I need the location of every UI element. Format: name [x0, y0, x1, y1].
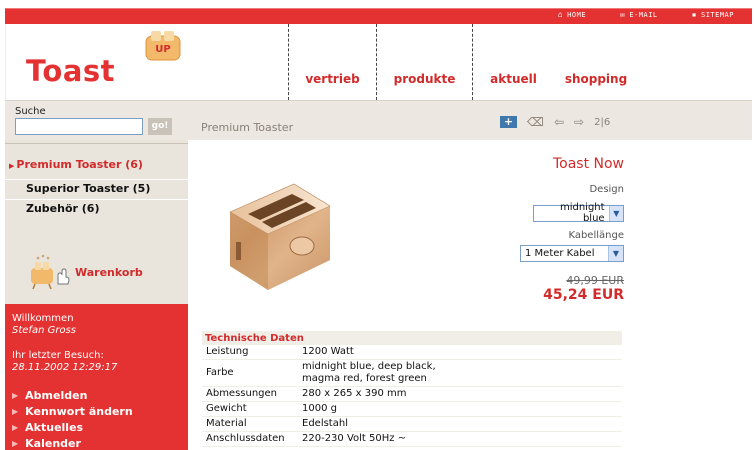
tech-value: 1000 g [302, 403, 337, 414]
user-spacer [12, 337, 188, 350]
triangle-right-icon: ▶ [9, 162, 15, 170]
product-panel: Toast Now Design midnight blue ▼ Kabellä… [494, 156, 624, 303]
table-row: Gewicht 1000 g [202, 402, 622, 417]
product-title: Toast Now [552, 156, 624, 172]
user-name: Stefan Gross [12, 325, 76, 336]
pager-count: 2|6 [594, 116, 611, 128]
next-arrow-icon[interactable]: ⇨ [574, 115, 584, 129]
search-go-button[interactable]: go! [148, 118, 172, 135]
search-strip: Suche go! Premium Toaster + ⌫ ⇦ ⇨ 2|6 [5, 100, 752, 140]
nav-shopping[interactable]: shopping [556, 24, 636, 100]
nav-vertrieb[interactable]: vertrieb [288, 24, 376, 100]
category-label: Premium Toaster (6) [16, 158, 143, 171]
plus-icon[interactable]: + [500, 116, 517, 128]
logo-badge-text: UP [155, 44, 170, 55]
top-links: ⌂ HOME ✉ E-MAIL ▪ SITEMAP [558, 10, 754, 19]
category-divider [5, 199, 188, 200]
top-bar: ⌂ HOME ✉ E-MAIL ▪ SITEMAP [0, 0, 754, 25]
category-label: Zubehör (6) [26, 202, 100, 215]
table-row: Leistung 1200 Watt [202, 345, 622, 360]
search-label: Suche [15, 106, 46, 117]
category-superior-toaster[interactable]: Superior Toaster (5) [26, 182, 150, 195]
tech-key: Gewicht [206, 403, 247, 414]
chevron-down-icon: ▼ [608, 245, 623, 261]
sidebar: ▶ Premium Toaster (6) Superior Toaster (5… [5, 140, 188, 450]
hand-pointer-icon [57, 268, 70, 285]
category-divider [5, 179, 188, 180]
category-premium-toaster[interactable]: ▶ Premium Toaster (6) [9, 158, 143, 171]
arrow-right-icon: ▶ [12, 391, 19, 400]
sidebar-divider [5, 143, 188, 144]
tech-value: 220-230 Volt 50Hz ~ [302, 433, 407, 444]
arrow-right-icon: ▶ [12, 439, 19, 448]
table-row: Farbe midnight blue, deep black, magma r… [202, 360, 622, 387]
menu-label: Kalender [25, 437, 81, 450]
category-label: Superior Toaster (5) [26, 182, 151, 195]
menu-label: Aktuelles [25, 421, 84, 434]
email-link[interactable]: ✉ E-MAIL [620, 10, 658, 19]
home-icon: ⌂ [557, 10, 564, 19]
chevron-down-icon: ▼ [608, 205, 623, 221]
tech-key: Anschlussdaten [206, 433, 285, 444]
tech-key: Material [206, 418, 247, 429]
search-input[interactable] [15, 118, 143, 135]
cable-select-value: 1 Meter Kabel [525, 247, 595, 259]
design-select-value: midnight blue [559, 202, 605, 224]
nav-produkte[interactable]: produkte [376, 24, 472, 100]
table-row: Anschlussdaten 220-230 Volt 50Hz ~ [202, 432, 622, 447]
welcome-text: Willkommen [12, 313, 74, 324]
price-new: 45,24 EUR [543, 286, 624, 303]
tech-data-heading: Technische Daten [205, 333, 304, 344]
design-select[interactable]: midnight blue ▼ [533, 202, 624, 224]
sitemap-link-label: SITEMAP [700, 10, 734, 19]
design-label: Design [589, 184, 624, 195]
toaster-logo-icon[interactable]: UP [142, 28, 184, 62]
logo-text[interactable]: Toast [26, 54, 115, 88]
menu-label: Abmelden [25, 389, 88, 402]
cable-label: Kabellänge [568, 229, 624, 241]
category-zubehoer[interactable]: Zubehör (6) [26, 202, 100, 215]
tech-key: Leistung [206, 346, 249, 357]
table-row: Abmessungen 280 x 265 x 390 mm [202, 387, 622, 402]
tech-value: 1200 Watt [302, 346, 354, 357]
nav-aktuell[interactable]: aktuell [472, 24, 554, 100]
page-tools: + ⌫ ⇦ ⇨ 2|6 [500, 115, 610, 129]
cable-select[interactable]: 1 Meter Kabel ▼ [520, 244, 624, 262]
header: Toast UP vertrieb produkte aktuell shopp… [5, 24, 752, 100]
arrow-right-icon: ▶ [12, 407, 19, 416]
email-icon: ✉ [620, 10, 626, 19]
menu-label: Kennwort ändern [25, 405, 133, 418]
last-visit-label: Ihr letzter Besuch: [12, 350, 104, 361]
cart-label: Warenkorb [75, 266, 143, 279]
breadcrumb: Premium Toaster [201, 121, 294, 134]
arrow-right-icon: ▶ [12, 423, 19, 432]
menu-aktuelles[interactable]: ▶ Aktuelles [12, 420, 188, 436]
tech-key: Farbe [206, 367, 234, 378]
user-box: Willkommen Stefan Gross Ihr letzter Besu… [5, 304, 188, 450]
home-link[interactable]: ⌂ HOME [558, 10, 586, 19]
table-row: Material Edelstahl [202, 417, 622, 432]
product-image [229, 183, 331, 290]
menu-kalender[interactable]: ▶ Kalender [12, 436, 188, 450]
menu-kennwort-aendern[interactable]: ▶ Kennwort ändern [12, 404, 188, 420]
tech-value: midnight blue, deep black, magma red, fo… [302, 361, 436, 384]
email-link-label: E-MAIL [629, 10, 658, 19]
main-nav: vertrieb produkte aktuell shopping [288, 24, 636, 100]
tech-value: Edelstahl [302, 418, 348, 429]
home-link-label: HOME [567, 10, 587, 19]
tech-data-table: Technische Daten Leistung 1200 Watt Farb… [202, 331, 622, 447]
cart-link[interactable]: Warenkorb [17, 250, 177, 296]
user-menu: ▶ Abmelden ▶ Kennwort ändern ▶ Aktuelles ▶ K… [12, 388, 188, 450]
menu-abmelden[interactable]: ▶ Abmelden [12, 388, 188, 404]
tech-value: 280 x 265 x 390 mm [302, 388, 407, 399]
last-visit-date: 28.11.2002 12:29:17 [12, 362, 118, 373]
sitemap-icon: ▪ [691, 10, 697, 19]
tech-key: Abmessungen [206, 388, 278, 399]
price-old: 49,99 EUR [566, 273, 624, 287]
sitemap-link[interactable]: ▪ SITEMAP [692, 10, 734, 19]
print-icon[interactable]: ⌫ [527, 115, 544, 129]
prev-arrow-icon[interactable]: ⇦ [554, 115, 564, 129]
